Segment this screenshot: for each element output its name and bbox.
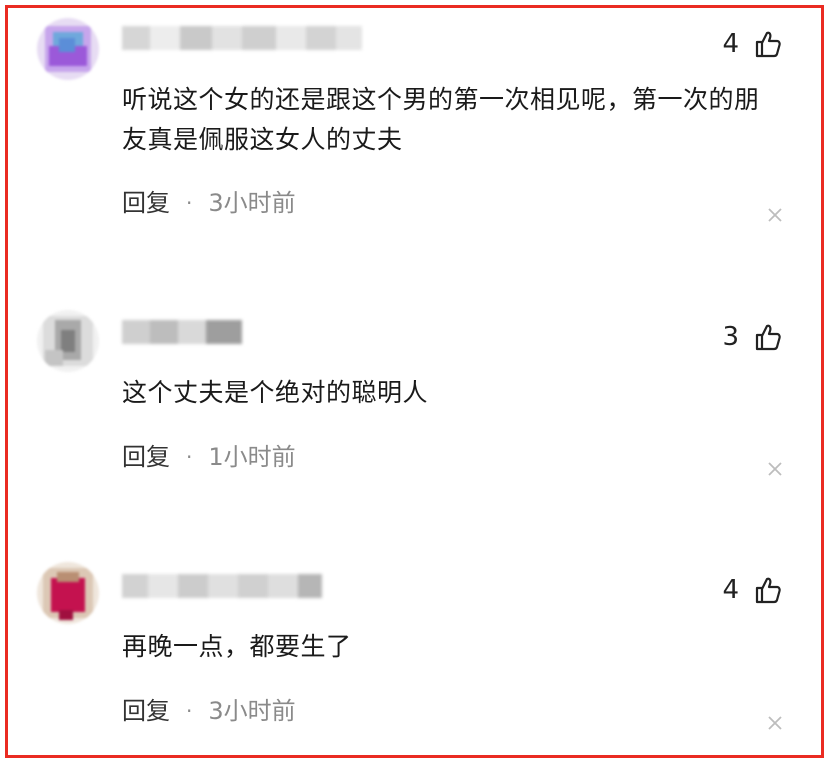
like-count: 4 xyxy=(722,575,739,605)
close-icon[interactable] xyxy=(767,715,783,731)
avatar[interactable] xyxy=(37,18,99,80)
thumbs-up-icon[interactable] xyxy=(753,575,783,605)
comment-meta: 回复 · 3小时前 xyxy=(122,696,296,726)
reply-button[interactable]: 回复 xyxy=(122,442,170,472)
like-count: 3 xyxy=(722,322,739,352)
separator-dot: · xyxy=(186,191,193,215)
close-icon[interactable] xyxy=(767,461,783,477)
separator-dot: · xyxy=(186,699,193,723)
like-button[interactable]: 3 xyxy=(722,322,783,352)
separator-dot: · xyxy=(186,445,193,469)
avatar[interactable] xyxy=(37,562,99,624)
like-count: 4 xyxy=(722,29,739,59)
reply-button[interactable]: 回复 xyxy=(122,188,170,218)
username-blurred[interactable] xyxy=(122,574,322,598)
comment-text: 这个丈夫是个绝对的聪明人 xyxy=(122,378,429,407)
thumbs-up-icon[interactable] xyxy=(753,29,783,59)
like-button[interactable]: 4 xyxy=(722,575,783,605)
timestamp: 1小时前 xyxy=(208,443,296,471)
comment-text: 听说这个女的还是跟这个男的第一次相见呢，第一次的朋友真是佩服这女人的丈夫 xyxy=(122,85,760,154)
screenshot-frame: 4 听说这个女的还是跟这个男的第一次相见呢，第一次的朋友真是佩服这女人的丈夫 回… xyxy=(5,5,824,758)
comment-text: 再晚一点，都要生了 xyxy=(122,632,352,661)
username-blurred[interactable] xyxy=(122,26,362,50)
comment-meta: 回复 · 1小时前 xyxy=(122,442,296,472)
close-icon[interactable] xyxy=(767,207,783,223)
timestamp: 3小时前 xyxy=(208,189,296,217)
thumbs-up-icon[interactable] xyxy=(753,322,783,352)
timestamp: 3小时前 xyxy=(208,697,296,725)
username-blurred[interactable] xyxy=(122,320,242,344)
avatar[interactable] xyxy=(37,310,99,372)
like-button[interactable]: 4 xyxy=(722,29,783,59)
comment-meta: 回复 · 3小时前 xyxy=(122,188,296,218)
reply-button[interactable]: 回复 xyxy=(122,696,170,726)
